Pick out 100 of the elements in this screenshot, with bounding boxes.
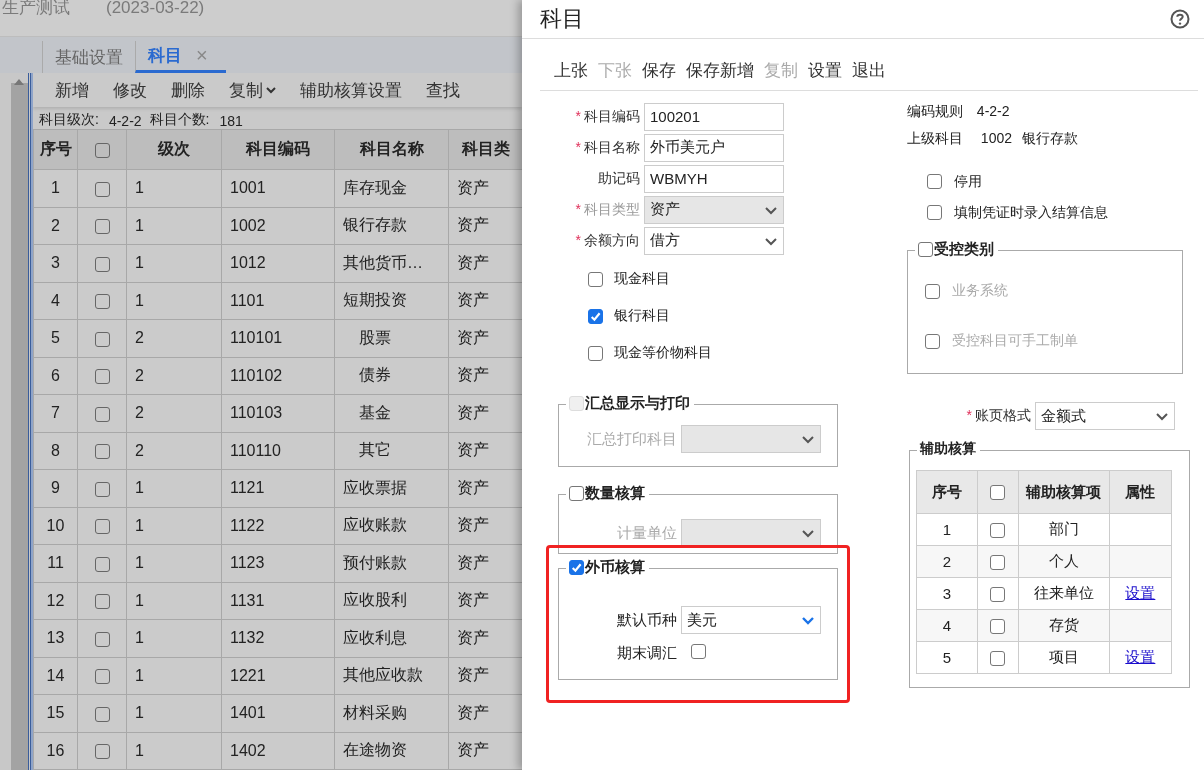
table-cell: 110110 (221, 432, 335, 470)
table-cell: 1402 (221, 732, 335, 770)
chevron-icon (765, 237, 777, 246)
table-cell: 1131 (221, 582, 335, 620)
table-cell: 5 (33, 319, 78, 357)
checkbox[interactable] (94, 142, 110, 158)
input-field[interactable]: 外币美元户 (644, 133, 784, 162)
toolbar-button[interactable]: 查找 (414, 78, 472, 102)
table-cell (1109, 513, 1172, 546)
checkbox[interactable] (94, 706, 110, 722)
checkbox[interactable] (94, 256, 110, 272)
input-field[interactable]: 100201 (644, 102, 784, 131)
checkbox[interactable] (94, 331, 110, 347)
table-cell: 1 (126, 507, 222, 545)
checkbox[interactable] (94, 744, 110, 759)
field-label: 期末调汇 (616, 644, 677, 663)
table-cell: 应收账款 (334, 507, 449, 545)
checkbox[interactable] (990, 555, 1006, 571)
checkbox[interactable] (926, 205, 942, 220)
checkbox[interactable] (990, 485, 1006, 501)
app-date: (2023-03-22) (106, 0, 205, 16)
checkbox[interactable] (94, 406, 110, 422)
toolbar-button[interactable]: 退出 (852, 59, 886, 82)
checkbox[interactable] (94, 481, 110, 497)
checkbox[interactable] (94, 219, 110, 234)
checkbox[interactable] (569, 486, 584, 501)
field-label: * 账页格式 (965, 407, 1032, 425)
dialog-title: 科目 (540, 5, 584, 33)
table-cell: 1012 (221, 244, 335, 282)
table-cell: 1 (126, 544, 222, 582)
info-label: 编码规则 (906, 103, 963, 121)
select-field[interactable]: 金额式 (1034, 402, 1175, 430)
table-cell: 债券 (334, 357, 449, 395)
table-cell: 14 (33, 657, 78, 695)
input-field[interactable]: WBMYH (644, 164, 784, 193)
checkbox[interactable] (94, 294, 110, 309)
checkbox[interactable] (588, 271, 603, 287)
checkbox[interactable] (990, 523, 1006, 539)
checkbox[interactable] (926, 174, 942, 189)
checkbox[interactable] (990, 651, 1006, 667)
checkbox[interactable] (94, 444, 110, 459)
field-label: * 科目类型 (574, 200, 641, 219)
field-label: 汇总打印科目 (586, 429, 677, 449)
toolbar-button[interactable]: 复制 (217, 78, 288, 102)
required-mark: * (966, 407, 972, 423)
level-label: 科目级次: (39, 111, 99, 129)
checkbox[interactable] (569, 560, 584, 575)
table-cell: 预付账款 (334, 544, 449, 582)
group-title: 辅助核算 (919, 440, 976, 458)
select-field[interactable] (681, 519, 821, 547)
toolbar-button[interactable]: 保存新增 (686, 59, 754, 82)
help-icon[interactable] (1170, 9, 1190, 29)
checkbox[interactable] (94, 181, 110, 197)
toolbar-button[interactable]: 新增 (43, 78, 101, 102)
table-cell: 材料采购 (334, 694, 449, 732)
select-field[interactable]: 美元 (681, 606, 821, 634)
checkbox-label: 现金科目 (614, 270, 670, 288)
table-cell: 10 (33, 507, 78, 545)
toolbar-button[interactable]: 辅助核算设置 (288, 78, 414, 102)
checkbox[interactable] (990, 619, 1006, 635)
scroll-up-icon[interactable] (14, 79, 24, 85)
table-cell: 1101 (221, 282, 335, 320)
table-cell: 库存现金 (334, 169, 449, 207)
checkbox[interactable] (588, 345, 603, 361)
select-field[interactable] (681, 425, 821, 453)
checkbox[interactable] (94, 669, 110, 684)
checkbox[interactable] (917, 242, 933, 257)
table-cell: 应收票据 (334, 469, 449, 507)
checkbox[interactable] (94, 369, 110, 384)
checkbox-label: 银行科目 (614, 307, 670, 325)
settings-link[interactable]: 设置 (1125, 648, 1156, 665)
table-cell: 16 (33, 732, 78, 770)
checkbox[interactable] (94, 519, 110, 534)
checkbox-label: 现金等价物科目 (614, 344, 712, 362)
table-cell: 5 (916, 641, 978, 674)
toolbar-button[interactable]: 上张 (554, 59, 588, 82)
chevron-icon (765, 206, 777, 215)
table-cell: 1 (126, 282, 222, 320)
toolbar-button[interactable]: 保存 (642, 59, 676, 82)
checkbox[interactable] (94, 594, 110, 609)
toolbar-button[interactable]: 修改 (101, 78, 159, 102)
table-cell: 1401 (221, 694, 335, 732)
settings-link[interactable]: 设置 (1125, 584, 1156, 601)
toolbar-button[interactable]: 删除 (159, 78, 217, 102)
table-cell: 其他应收款 (334, 657, 449, 695)
checkbox[interactable] (691, 644, 706, 659)
checkbox[interactable] (94, 556, 110, 572)
checkbox[interactable] (990, 587, 1006, 603)
select-field[interactable]: 借方 (644, 226, 784, 255)
column-header: 序号 (33, 129, 78, 170)
info-value: 银行存款 (1022, 130, 1078, 148)
table-cell: 1 (126, 619, 222, 657)
checkbox[interactable] (94, 631, 110, 647)
table-cell: 1 (126, 207, 222, 245)
table-cell: 应收股利 (334, 582, 449, 620)
chevron-icon (1155, 413, 1168, 421)
column-header: 序号 (916, 470, 978, 514)
toolbar-button[interactable]: 设置 (808, 59, 842, 82)
count-label: 科目个数: (149, 111, 210, 129)
checkbox[interactable] (588, 308, 603, 324)
